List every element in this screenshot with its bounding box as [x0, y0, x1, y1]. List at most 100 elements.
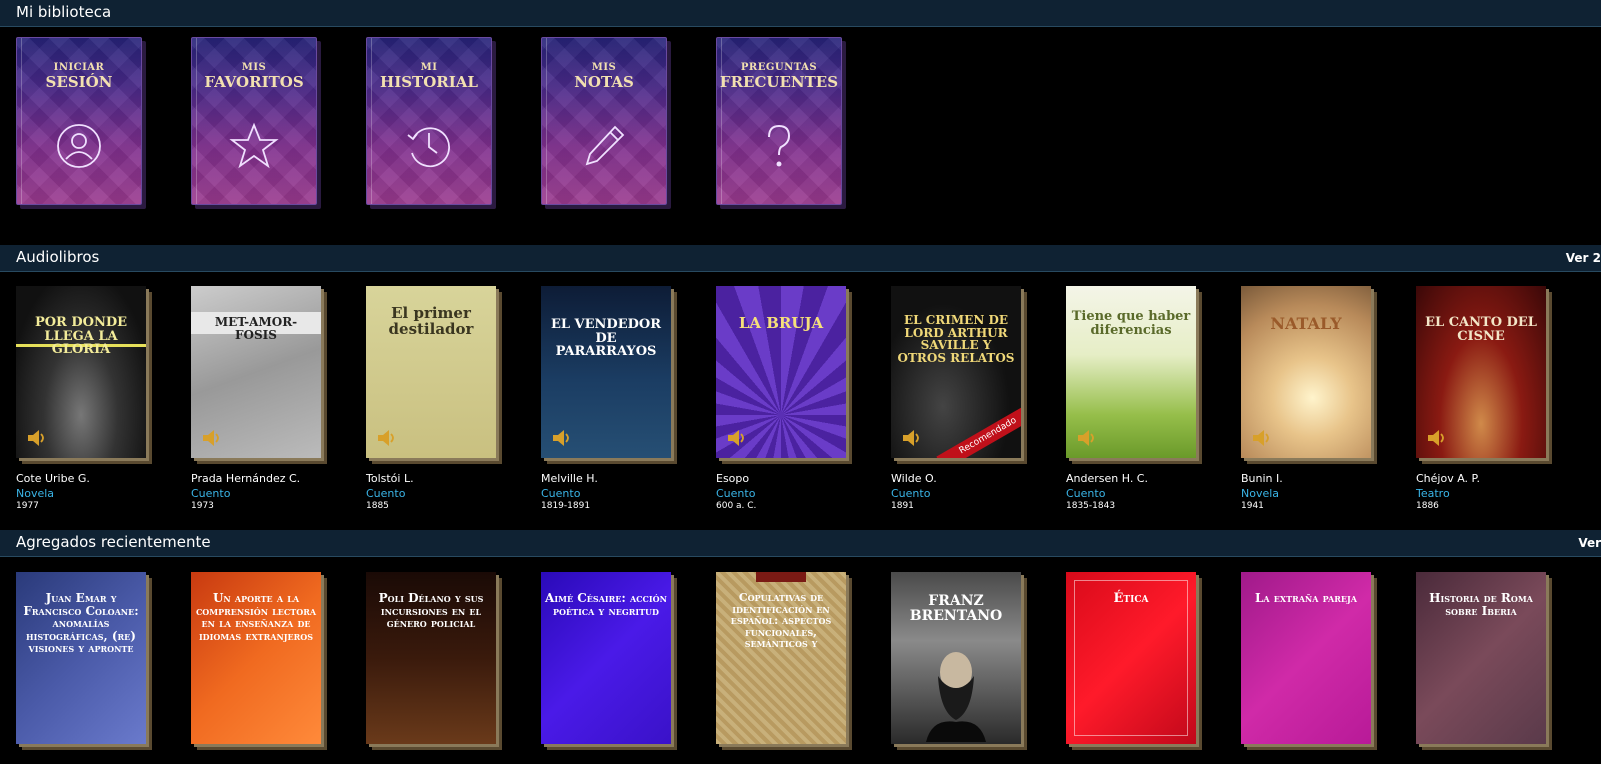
book-author[interactable]: Chéjov A. P. [1416, 472, 1480, 485]
menu-iniciar-sesion[interactable]: INICIAR SESIÓN [16, 37, 146, 209]
book-title: Poli Délano y sus incursiones en el géne… [378, 591, 484, 631]
speaker-icon [1078, 430, 1094, 446]
book-cover[interactable]: El crimen de Lord Arthur Saville y otros… [891, 286, 1021, 458]
book-cover[interactable]: Ética [1066, 572, 1196, 744]
book-title: El vendedor de pararrayos [550, 317, 662, 360]
recent-book-card[interactable]: Copulativas de identificación en español… [716, 572, 856, 752]
book-cover[interactable]: Copulativas de identificación en español… [716, 572, 846, 744]
book-cover[interactable]: La bruja [716, 286, 846, 458]
section-title: Audiolibros [16, 248, 100, 266]
book-cover[interactable]: Tiene que haber diferencias [1066, 286, 1196, 458]
audiobook-card[interactable]: Tiene que haber diferencias [1066, 286, 1206, 466]
book-cover[interactable]: Por donde llega la gloria [16, 286, 146, 458]
book-title: Tiene que haber diferencias [1071, 309, 1191, 338]
book-year: 1973 [191, 501, 214, 511]
book-year: 1819-1891 [541, 501, 591, 511]
menu-line2: FAVORITOS [204, 73, 304, 91]
section-title: Mi biblioteca [16, 3, 112, 21]
book-cover[interactable]: Poli Délano y sus incursiones en el géne… [366, 572, 496, 744]
book-cover[interactable]: Juan Emar y Francisco Coloane: anomalías… [16, 572, 146, 744]
book-title: Historia de Roma sobre Iberia [1429, 591, 1533, 618]
pencil-icon [585, 125, 625, 166]
book-year: 1941 [1241, 501, 1264, 511]
book-cover[interactable]: El primer destilador [366, 286, 496, 458]
recommended-badge: Recomendado [936, 401, 1021, 458]
section-header-biblioteca: Mi biblioteca [0, 0, 1601, 27]
recent-book-card[interactable]: Ética [1066, 572, 1206, 752]
book-year: 1885 [366, 501, 389, 511]
recent-book-card[interactable]: Aimé Césaire: acción poética y negritud [541, 572, 681, 752]
recent-book-card[interactable]: Juan Emar y Francisco Coloane: anomalías… [16, 572, 156, 752]
book-author[interactable]: Prada Hernández C. [191, 472, 300, 485]
book-title: Un aporte a la comprensión lectora en la… [195, 591, 317, 643]
menu-line1: MIS [241, 62, 267, 73]
book-cover[interactable]: Aimé Césaire: acción poética y negritud [541, 572, 671, 744]
book-author[interactable]: Cote Uribe G. [16, 472, 90, 485]
menu-preguntas-frecuentes[interactable]: PREGUNTAS FRECUENTES [716, 37, 846, 209]
menu-mis-notas[interactable]: MIS NOTAS [541, 37, 671, 209]
book-title: Franz Brentano [909, 593, 1003, 624]
audiobook-card[interactable]: El canto del cisne [1416, 286, 1556, 466]
book-cover[interactable]: Historia de Roma sobre Iberia [1416, 572, 1546, 744]
book-year: 1891 [891, 501, 914, 511]
speaker-icon [903, 430, 919, 446]
audiobook-card[interactable]: El crimen de Lord Arthur Saville y otros… [891, 286, 1031, 466]
menu-mis-favoritos[interactable]: MIS FAVORITOS [191, 37, 321, 209]
book-cover[interactable]: Nataly [1241, 286, 1371, 458]
speaker-icon [28, 430, 44, 446]
audiobook-card[interactable]: El vendedor de pararrayos [541, 286, 681, 466]
book-genre[interactable]: Cuento [716, 487, 755, 500]
ver-todos-link[interactable]: Ver [1578, 536, 1601, 550]
book-cover[interactable]: Met-amor-fosis [191, 286, 321, 458]
book-genre[interactable]: Novela [1241, 487, 1279, 500]
book-genre[interactable]: Cuento [891, 487, 930, 500]
portrait-image [926, 652, 986, 742]
speaker-icon [728, 430, 744, 446]
recent-book-card[interactable]: La extraña pareja [1241, 572, 1381, 752]
book-cover[interactable]: El vendedor de pararrayos [541, 286, 671, 458]
book-title: La extraña pareja [1254, 591, 1357, 605]
speaker-icon [203, 430, 219, 446]
speaker-icon [378, 430, 394, 446]
book-genre[interactable]: Cuento [366, 487, 405, 500]
book-genre[interactable]: Cuento [1066, 487, 1105, 500]
book-cover[interactable]: Franz Brentano [891, 572, 1021, 744]
book-author[interactable]: Andersen H. C. [1066, 472, 1148, 485]
book-author[interactable]: Bunin I. [1241, 472, 1283, 485]
user-icon [57, 124, 101, 168]
book-author[interactable]: Tolstói L. [366, 472, 414, 485]
recent-book-card[interactable]: Franz Brentano [891, 572, 1031, 752]
clock-icon [407, 127, 451, 168]
book-year: 1886 [1416, 501, 1439, 511]
book-genre[interactable]: Cuento [541, 487, 580, 500]
book-genre[interactable]: Teatro [1416, 487, 1450, 500]
question-icon [768, 124, 791, 167]
book-cover[interactable]: La extraña pareja [1241, 572, 1371, 744]
section-title: Agregados recientemente [16, 533, 211, 551]
book-author[interactable]: Melville H. [541, 472, 598, 485]
audiobook-card[interactable]: La bruja [716, 286, 856, 466]
menu-mi-historial[interactable]: MI HISTORIAL [366, 37, 496, 209]
speaker-icon [553, 430, 569, 446]
book-title: Juan Emar y Francisco Coloane: anomalías… [23, 591, 139, 656]
ver-todos-link[interactable]: Ver 2 [1566, 251, 1601, 265]
speaker-icon [1253, 430, 1269, 446]
book-genre[interactable]: Novela [16, 487, 54, 500]
book-author[interactable]: Esopo [716, 472, 749, 485]
book-year: 1977 [16, 501, 39, 511]
book-title: Por donde llega la gloria [34, 315, 128, 358]
recent-book-card[interactable]: Un aporte a la comprensión lectora en la… [191, 572, 331, 752]
book-cover[interactable]: Un aporte a la comprensión lectora en la… [191, 572, 321, 744]
book-author[interactable]: Wilde O. [891, 472, 937, 485]
book-cover[interactable]: El canto del cisne [1416, 286, 1546, 458]
book-genre[interactable]: Cuento [191, 487, 230, 500]
audiobook-card[interactable]: Met-amor-fosis [191, 286, 331, 466]
book-title: Met-amor-fosis [214, 315, 298, 342]
audiobook-card[interactable]: Por donde llega la gloria [16, 286, 156, 466]
audiobook-card[interactable]: El primer destilador [366, 286, 506, 466]
menu-line1: MIS [591, 62, 617, 73]
audiobook-card[interactable]: Nataly [1241, 286, 1381, 466]
recent-book-card[interactable]: Historia de Roma sobre Iberia [1416, 572, 1556, 752]
recent-book-card[interactable]: Poli Délano y sus incursiones en el géne… [366, 572, 506, 752]
book-title: El canto del cisne [1425, 315, 1537, 344]
